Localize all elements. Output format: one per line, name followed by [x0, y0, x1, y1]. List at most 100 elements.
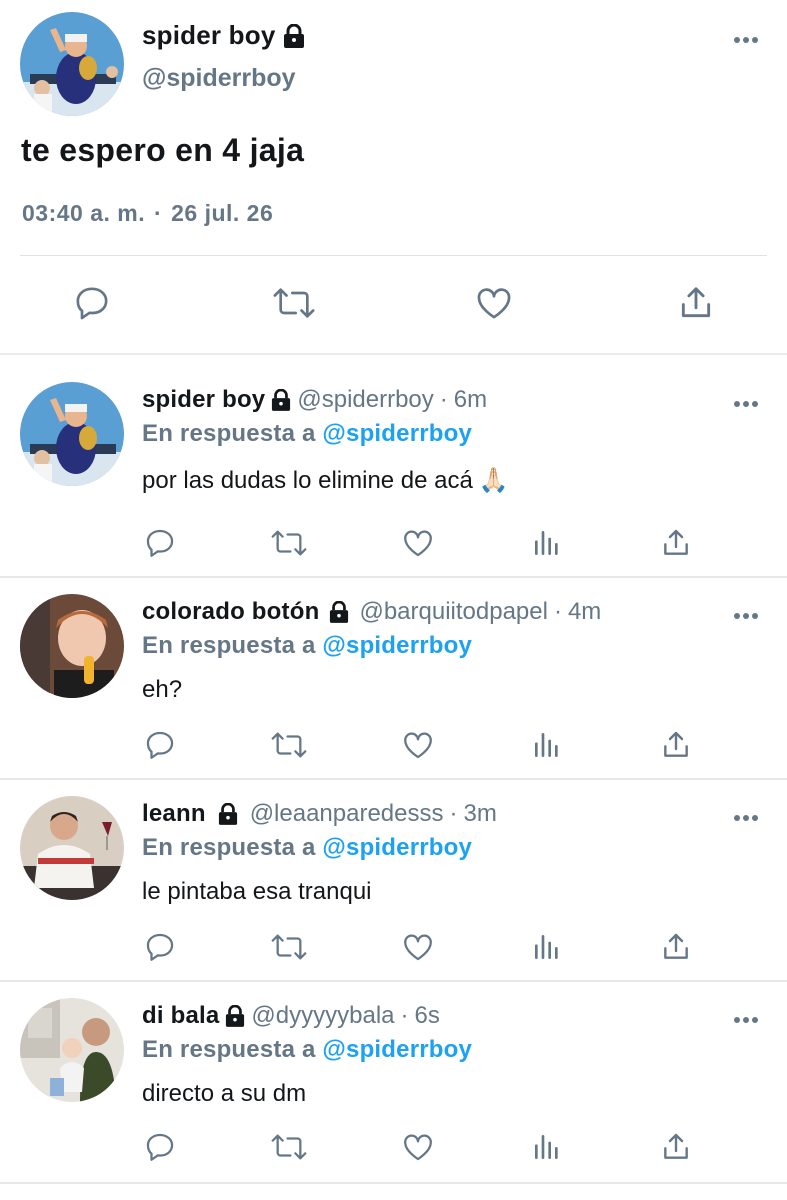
reply-tweet[interactable]: colorado botón @barquiitodpapel · 4m En … — [0, 588, 787, 788]
timestamp[interactable]: 03:40 a. m. · 26 jul. 26 — [22, 200, 273, 227]
avatar[interactable] — [20, 594, 124, 698]
tweet-text: te espero en 4 jaja — [21, 132, 305, 168]
main-tweet: spider boy @spiderrboy te espero en 4 ja… — [0, 0, 787, 353]
avatar-image — [20, 12, 124, 116]
like-icon[interactable] — [401, 1130, 435, 1164]
avatar-image — [20, 382, 124, 486]
analytics-icon[interactable] — [531, 728, 563, 762]
reply-header: di bala @dyyyyybala · 6s — [142, 1002, 440, 1030]
share-icon[interactable] — [660, 930, 692, 964]
reply-icon[interactable] — [143, 526, 177, 560]
in-reply-to-link[interactable]: @spiderrboy — [322, 632, 472, 659]
separator: · — [553, 598, 562, 625]
reply-actions — [0, 728, 787, 762]
in-reply-prefix: En respuesta a — [142, 1036, 316, 1063]
handle[interactable]: @barquiitodpapel — [359, 598, 548, 626]
handle[interactable]: @spiderrboy — [142, 64, 296, 93]
avatar[interactable] — [20, 796, 124, 900]
avatar[interactable] — [20, 382, 124, 486]
in-reply-to: En respuesta a @spiderrboy — [142, 632, 472, 660]
emoji: 🙏🏻 — [478, 467, 509, 494]
reply-actions — [0, 930, 787, 964]
more-options-icon[interactable] — [733, 1016, 759, 1024]
reply-icon[interactable] — [143, 728, 177, 762]
display-name[interactable]: spider boy — [142, 386, 265, 414]
share-icon[interactable] — [660, 728, 692, 762]
divider — [0, 353, 787, 355]
handle[interactable]: @spiderrboy — [297, 386, 433, 414]
lock-icon — [218, 803, 238, 825]
more-options-icon[interactable] — [733, 36, 759, 44]
divider — [0, 980, 787, 982]
share-icon[interactable] — [660, 526, 692, 560]
reply-time[interactable]: 4m — [568, 598, 601, 626]
analytics-icon[interactable] — [531, 930, 563, 964]
retweet-icon[interactable] — [272, 283, 316, 323]
display-name[interactable]: di bala — [142, 1002, 219, 1030]
display-name-row[interactable]: spider boy — [142, 20, 305, 51]
display-name[interactable]: leann — [142, 800, 206, 828]
separator: · — [449, 800, 458, 827]
reply-text: directo a su dm — [142, 1080, 307, 1107]
lock-icon — [329, 601, 349, 623]
like-icon[interactable] — [401, 728, 435, 762]
in-reply-to: En respuesta a @spiderrboy — [142, 1036, 472, 1064]
divider — [0, 576, 787, 578]
like-icon[interactable] — [474, 283, 514, 323]
reply-time[interactable]: 3m — [464, 800, 497, 828]
avatar-image — [20, 998, 124, 1102]
avatar[interactable] — [20, 998, 124, 1102]
reply-text-row: por las dudas lo elimine de acá 🙏🏻 — [142, 466, 509, 495]
display-name: spider boy — [142, 20, 276, 50]
in-reply-prefix: En respuesta a — [142, 632, 316, 659]
retweet-icon[interactable] — [270, 1130, 308, 1164]
reply-tweet[interactable]: spider boy @spiderrboy · 6m En respuesta… — [0, 376, 787, 576]
reply-text-row: eh? — [142, 676, 182, 704]
reply-tweet[interactable]: di bala @dyyyyybala · 6s En respuesta a … — [0, 992, 787, 1192]
lock-icon — [284, 23, 305, 48]
reply-icon[interactable] — [143, 930, 177, 964]
analytics-icon[interactable] — [531, 1130, 563, 1164]
tweet-actions — [0, 283, 787, 327]
avatar[interactable] — [20, 12, 124, 116]
tweet-time: 03:40 a. m. — [22, 200, 146, 226]
retweet-icon[interactable] — [270, 728, 308, 762]
reply-time[interactable]: 6s — [415, 1002, 440, 1030]
in-reply-to-link[interactable]: @spiderrboy — [322, 420, 472, 447]
in-reply-to-link[interactable]: @spiderrboy — [322, 834, 472, 861]
reply-text-row: directo a su dm — [142, 1080, 306, 1108]
share-icon[interactable] — [677, 283, 715, 323]
avatar-image — [20, 796, 124, 900]
reply-header: leann @leaanparedesss · 3m — [142, 800, 497, 828]
tweet-date: 26 jul. 26 — [171, 200, 274, 226]
retweet-icon[interactable] — [270, 930, 308, 964]
reply-icon[interactable] — [72, 283, 112, 323]
lock-icon — [271, 389, 291, 411]
divider — [20, 255, 767, 256]
in-reply-prefix: En respuesta a — [142, 834, 316, 861]
more-options-icon[interactable] — [733, 400, 759, 408]
more-options-icon[interactable] — [733, 612, 759, 620]
divider — [0, 1182, 787, 1184]
reply-time[interactable]: 6m — [454, 386, 487, 414]
in-reply-to-link[interactable]: @spiderrboy — [322, 1036, 472, 1063]
separator: · — [154, 200, 163, 226]
lock-icon — [225, 1005, 245, 1027]
display-name[interactable]: colorado botón — [142, 598, 319, 626]
handle[interactable]: @leaanparedesss — [250, 800, 444, 828]
analytics-icon[interactable] — [531, 526, 563, 560]
like-icon[interactable] — [401, 930, 435, 964]
reply-tweet[interactable]: leann @leaanparedesss · 3m En respuesta … — [0, 790, 787, 990]
like-icon[interactable] — [401, 526, 435, 560]
reply-header: spider boy @spiderrboy · 6m — [142, 386, 487, 414]
separator: · — [439, 386, 448, 413]
divider — [0, 778, 787, 780]
more-options-icon[interactable] — [733, 814, 759, 822]
in-reply-to: En respuesta a @spiderrboy — [142, 420, 472, 448]
share-icon[interactable] — [660, 1130, 692, 1164]
retweet-icon[interactable] — [270, 526, 308, 560]
handle[interactable]: @dyyyyybala — [251, 1002, 394, 1030]
reply-actions — [0, 526, 787, 560]
reply-icon[interactable] — [143, 1130, 177, 1164]
avatar-image — [20, 594, 124, 698]
